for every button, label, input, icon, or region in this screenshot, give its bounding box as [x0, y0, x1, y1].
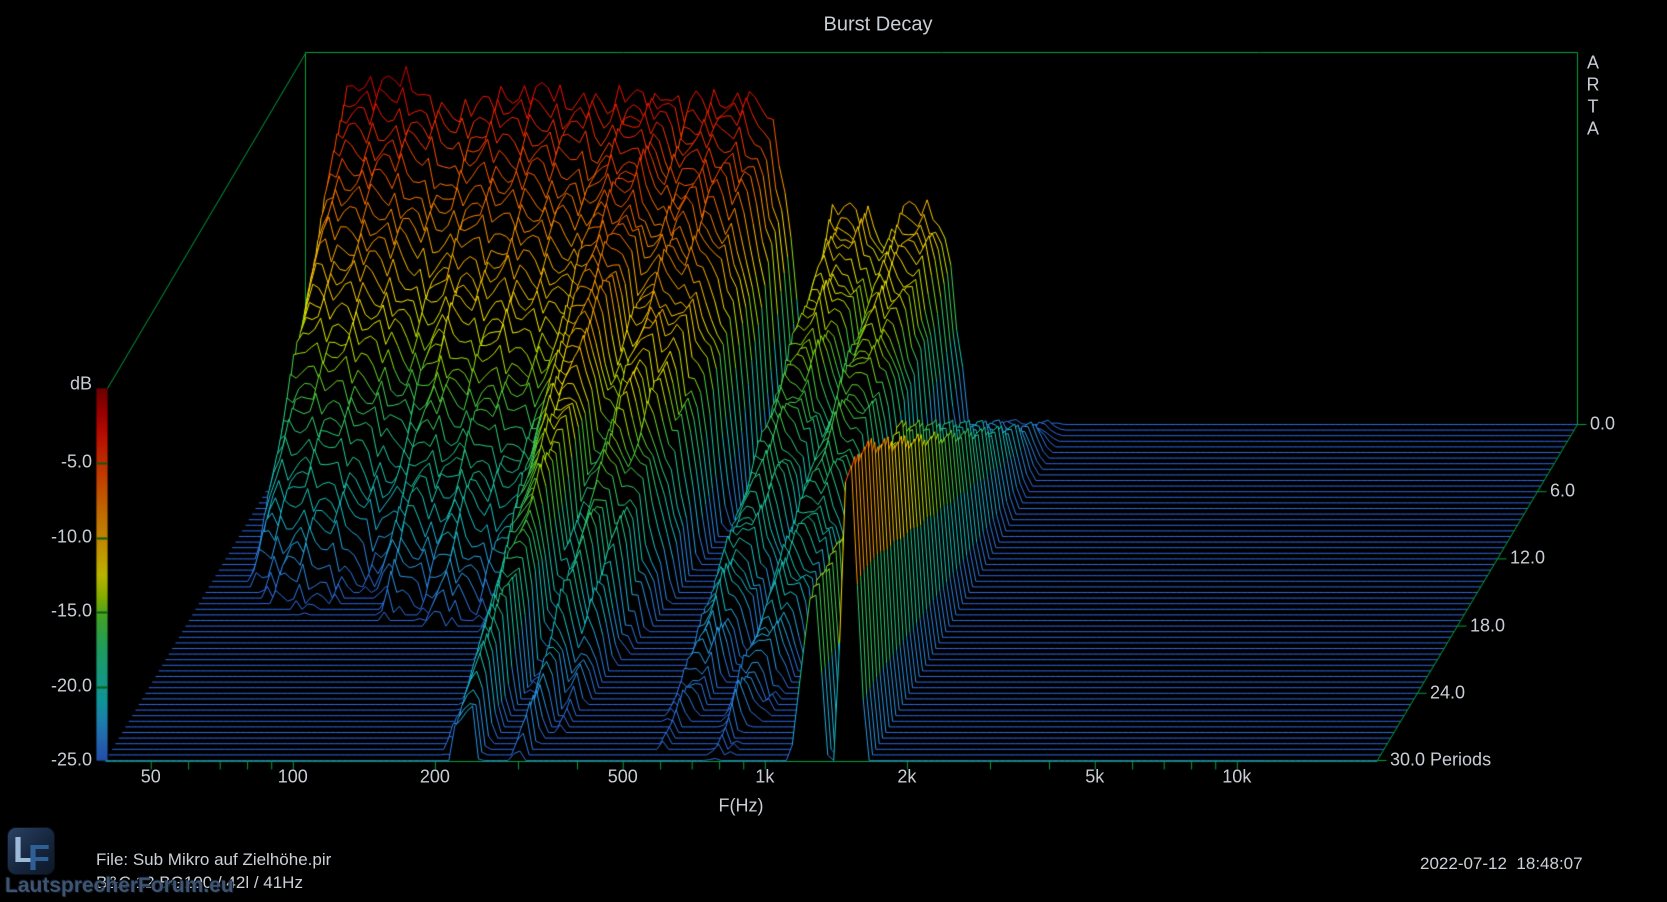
periods-tick-label: 24.0 — [1430, 682, 1465, 703]
periods-tick-label: 12.0 — [1510, 548, 1545, 569]
arta-letter: T — [1588, 97, 1599, 118]
periods-tick-label: 6.0 — [1550, 481, 1575, 502]
db-tick-label: -20.0 — [51, 675, 92, 696]
freq-tick-label: 10k — [1222, 767, 1251, 788]
timestamp-text: 2022-07-12 18:48:07 — [1420, 854, 1583, 874]
db-tick-label: -10.0 — [51, 526, 92, 547]
burst-decay-window: Burst Decay ARTA dB F(Hz) L F File: Sub … — [0, 0, 1667, 902]
periods-tick-label: 30.0 Periods — [1390, 750, 1491, 771]
freq-tick-label: 5k — [1085, 767, 1104, 788]
freq-axis-title: F(Hz) — [719, 796, 764, 817]
db-tick-label: -15.0 — [51, 601, 92, 622]
db-axis-unit-label: dB — [70, 374, 92, 395]
chart-title: Burst Decay — [824, 14, 933, 37]
freq-tick-label: 2k — [897, 767, 916, 788]
freq-tick-label: 50 — [141, 767, 161, 788]
db-tick-label: -25.0 — [51, 750, 92, 771]
periods-tick-label: 0.0 — [1590, 414, 1615, 435]
logo-letter-f: F — [28, 837, 50, 879]
arta-letter: A — [1587, 53, 1599, 74]
arta-letter: A — [1587, 119, 1599, 140]
lautsprecherforum-logo: L F — [7, 827, 55, 875]
freq-tick-label: 500 — [608, 767, 638, 788]
periods-tick-label: 18.0 — [1470, 615, 1505, 636]
file-name-text: File: Sub Mikro auf Zielhöhe.pir — [96, 850, 331, 870]
freq-tick-label: 1k — [755, 767, 774, 788]
freq-tick-label: 200 — [420, 767, 450, 788]
arta-letter: R — [1587, 75, 1600, 96]
freq-tick-label: 100 — [278, 767, 308, 788]
watermark-text: LautsprecherForum.eu — [5, 874, 234, 898]
db-tick-label: -5.0 — [61, 452, 92, 473]
